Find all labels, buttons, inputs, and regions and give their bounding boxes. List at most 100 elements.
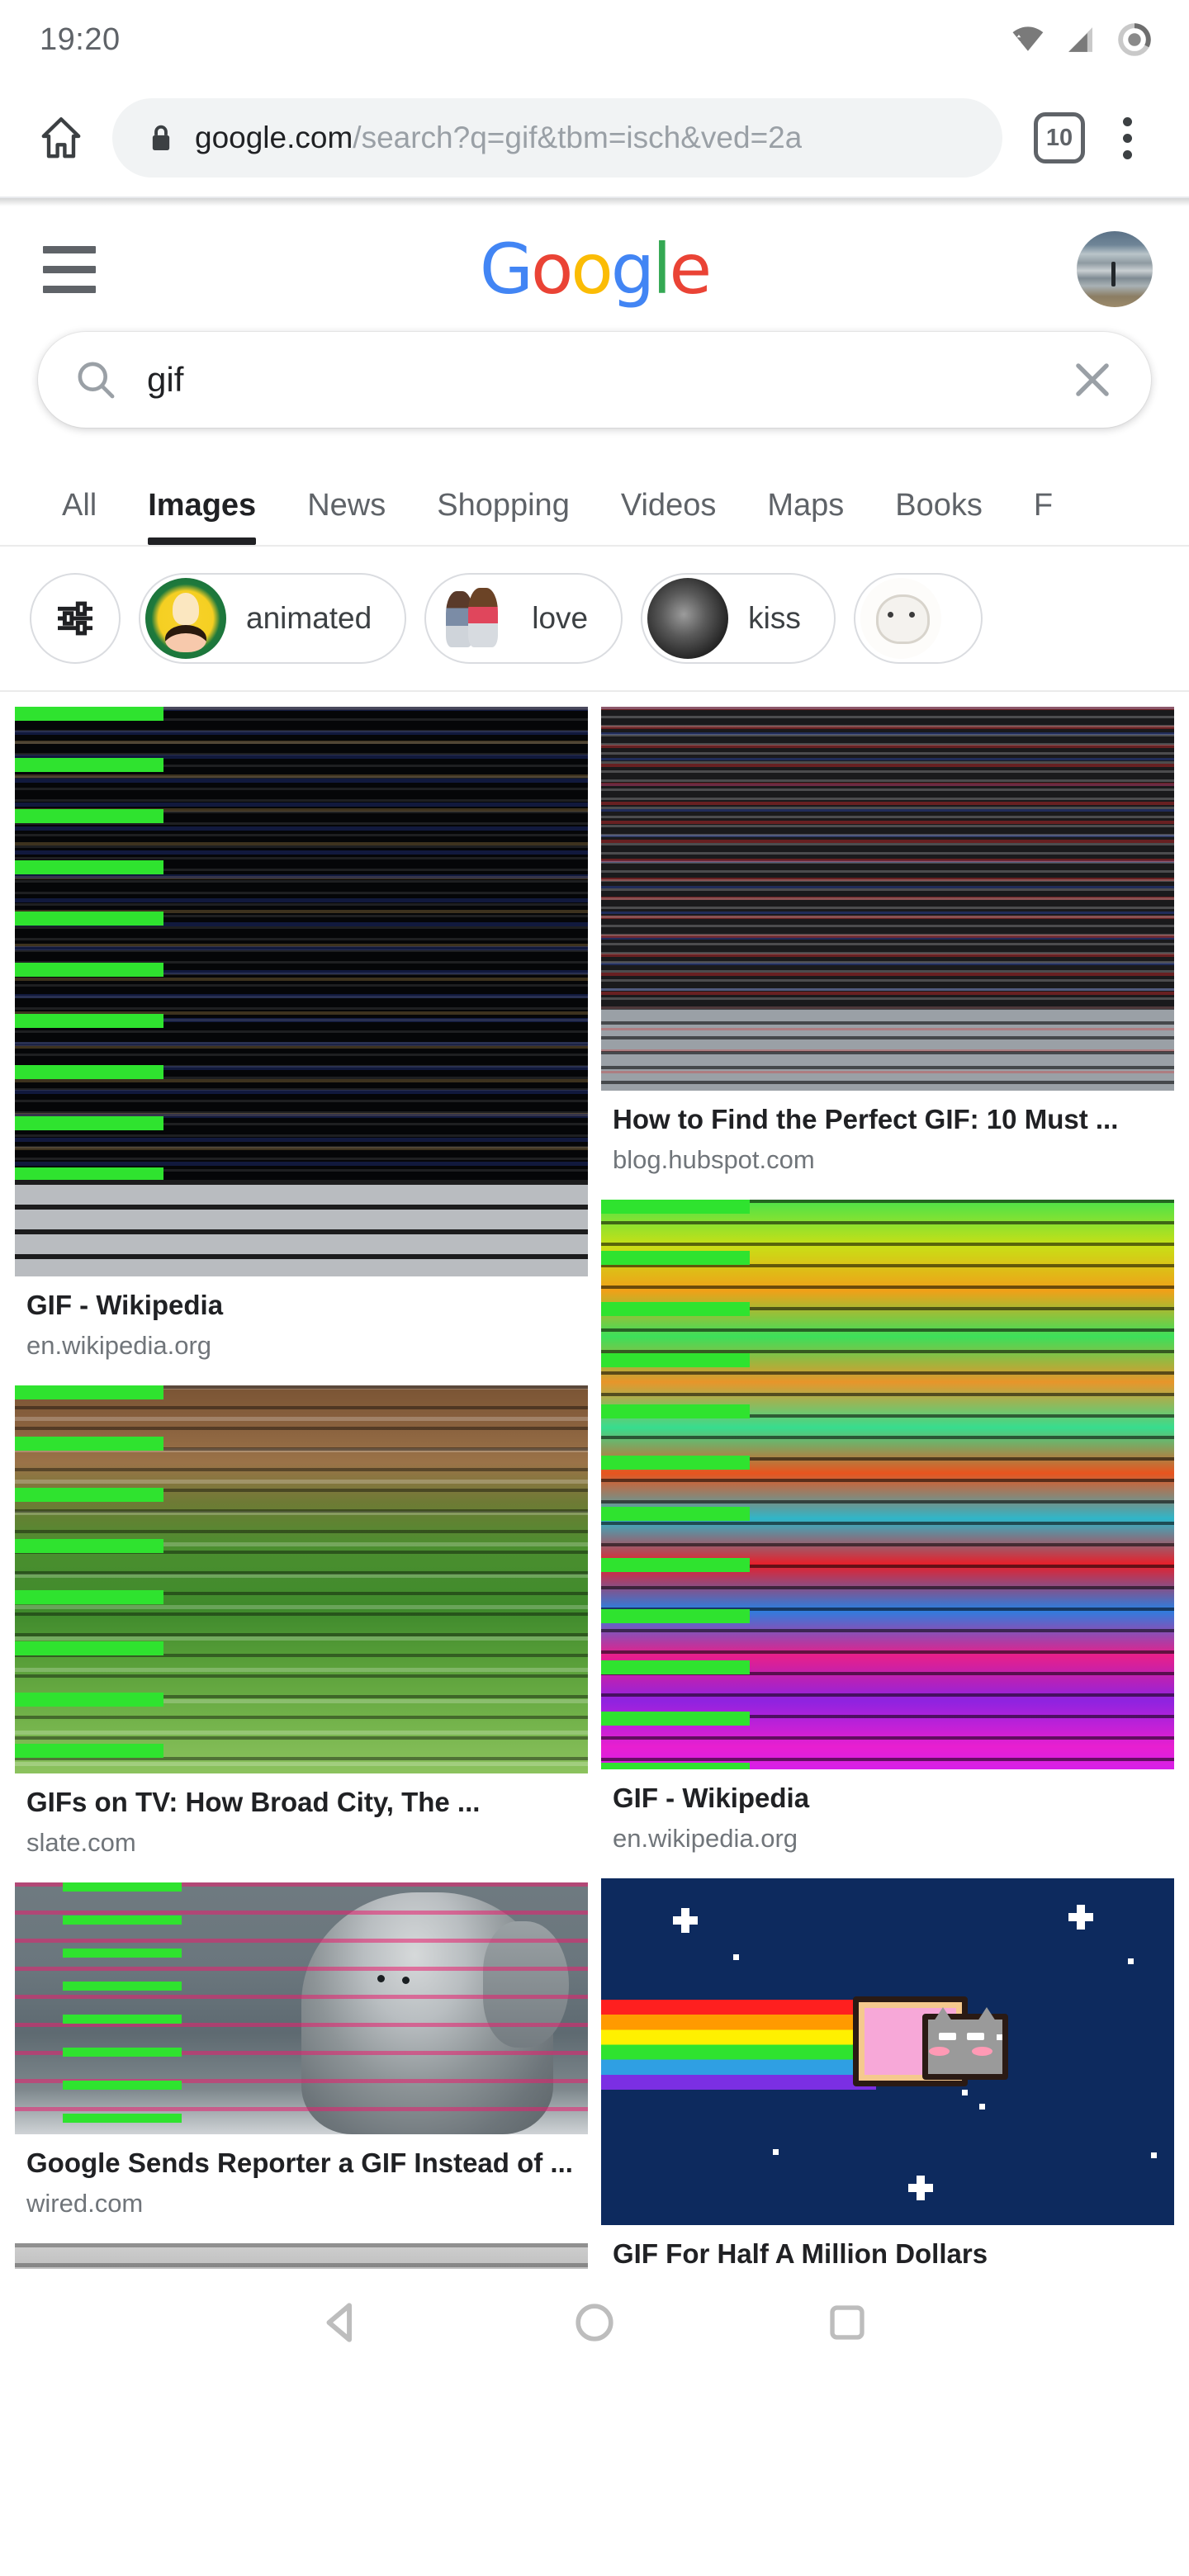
tab-videos[interactable]: Videos — [595, 488, 742, 545]
star-dot — [979, 2104, 986, 2110]
image-result-item[interactable]: GIF For Half A Million Dollars printmag.… — [601, 1878, 1174, 2311]
logo-letter: l — [652, 229, 671, 310]
star-dot — [1151, 2152, 1158, 2158]
star-icon — [916, 2183, 925, 2192]
results-column-left: GIF - Wikipedia en.wikipedia.org GIFs on… — [15, 707, 588, 2374]
wifi-icon — [1012, 26, 1044, 51]
sliders-icon — [58, 601, 92, 636]
image-result-item[interactable]: GIF - Wikipedia en.wikipedia.org — [15, 707, 588, 1362]
result-thumbnail[interactable] — [601, 1200, 1174, 1769]
star-icon — [1077, 1913, 1086, 1921]
hamburger-menu-icon[interactable] — [43, 239, 104, 300]
lock-icon — [152, 125, 170, 151]
recents-square-icon — [830, 2305, 865, 2340]
google-logo[interactable]: Google — [480, 234, 712, 304]
result-thumbnail[interactable] — [15, 707, 588, 1276]
image-result-item[interactable]: Google Sends Reporter a GIF Instead of .… — [15, 1882, 588, 2220]
search-vertical-tabs: All Images News Shopping Videos Maps Boo… — [0, 449, 1189, 547]
tab-maps[interactable]: Maps — [741, 488, 869, 545]
chip-love[interactable]: love — [424, 573, 623, 664]
result-thumbnail[interactable] — [15, 1882, 588, 2134]
back-triangle-icon — [326, 2303, 353, 2342]
result-title[interactable]: How to Find the Perfect GIF: 10 Must ... — [613, 1102, 1163, 1136]
glitch-green-bars — [601, 1200, 1174, 1769]
result-source: en.wikipedia.org — [26, 1331, 212, 1361]
chip-cat-partial[interactable] — [853, 573, 983, 664]
star-dot — [962, 2090, 969, 2096]
avatar[interactable] — [1077, 231, 1153, 307]
recents-button[interactable] — [808, 2283, 887, 2362]
result-title[interactable]: GIF For Half A Million Dollars — [613, 2237, 1163, 2271]
logo-letter: g — [610, 229, 655, 310]
logo-letter: o — [571, 229, 613, 310]
result-caption: GIFs on TV: How Broad City, The ... slat… — [15, 1773, 588, 1859]
close-icon[interactable] — [1067, 354, 1118, 405]
hamburger-line — [43, 265, 96, 273]
tab-all[interactable]: All — [36, 488, 122, 545]
star-dot — [996, 2034, 1002, 2040]
glitch-green-dashes — [15, 1882, 588, 2134]
cat-thumb — [860, 578, 941, 659]
image-result-item[interactable]: GIFs on TV: How Broad City, The ... slat… — [15, 1385, 588, 1859]
glitch-green-bars — [15, 1385, 588, 1773]
tune-filter-icon[interactable] — [30, 573, 121, 664]
home-button[interactable] — [555, 2283, 634, 2362]
result-thumbnail[interactable] — [601, 1878, 1174, 2225]
animated-thumb — [145, 578, 226, 659]
cellular-signal-icon — [1068, 27, 1092, 52]
result-source: slate.com — [26, 1828, 136, 1858]
tab-switcher-button[interactable]: 10 — [1034, 112, 1085, 163]
home-circle-icon — [576, 2304, 613, 2342]
chip-label: love — [532, 601, 589, 635]
url-host: google.com — [195, 121, 353, 154]
tab-flights-partial[interactable]: F — [1008, 488, 1078, 545]
tab-images[interactable]: Images — [122, 488, 282, 545]
page-top-shadow — [0, 198, 1189, 206]
result-title[interactable]: GIF - Wikipedia — [26, 1288, 576, 1322]
nyan-cheeks — [928, 2046, 950, 2056]
glitch-gray-band — [601, 1006, 1174, 1091]
image-results-grid: GIF - Wikipedia en.wikipedia.org GIFs on… — [0, 707, 1189, 2374]
result-title[interactable]: GIF - Wikipedia — [613, 1781, 1163, 1815]
love-thumb — [431, 578, 513, 659]
battery-circle-icon — [1118, 23, 1151, 56]
hamburger-line — [43, 245, 96, 253]
result-thumbnail[interactable] — [15, 1385, 588, 1773]
glitch-gray-band — [15, 1179, 588, 1276]
result-caption: Google Sends Reporter a GIF Instead of .… — [15, 2134, 588, 2220]
android-navigation-bar — [0, 2269, 1189, 2376]
address-bar[interactable]: google.com/search?q=gif&tbm=isch&ved=2a — [112, 98, 1002, 178]
search-box[interactable]: gif — [38, 332, 1151, 428]
result-caption: How to Find the Perfect GIF: 10 Must ...… — [601, 1091, 1174, 1177]
kebab-dot — [1122, 149, 1132, 159]
home-button[interactable] — [23, 100, 99, 176]
result-source: en.wikipedia.org — [613, 1824, 798, 1854]
tab-news[interactable]: News — [282, 488, 411, 545]
star-dot — [732, 1954, 739, 1961]
chip-animated[interactable]: animated — [139, 573, 407, 664]
result-title[interactable]: Google Sends Reporter a GIF Instead of .… — [26, 2146, 576, 2180]
tab-shopping[interactable]: Shopping — [411, 488, 595, 545]
browser-menu-button[interactable] — [1098, 102, 1156, 173]
search-box-container: gif — [0, 332, 1189, 428]
back-button[interactable] — [302, 2283, 381, 2362]
status-bar: 19:20 — [0, 0, 1189, 79]
search-input[interactable]: gif — [147, 360, 1039, 400]
result-source: wired.com — [26, 2189, 144, 2218]
hamburger-line — [43, 285, 96, 293]
result-thumbnail[interactable] — [601, 707, 1174, 1091]
url-text: google.com/search?q=gif&tbm=isch&ved=2a — [195, 121, 802, 155]
google-header: Google — [0, 206, 1189, 332]
tab-books[interactable]: Books — [869, 488, 1008, 545]
url-path: /search?q=gif&tbm=isch&ved=2a — [353, 121, 803, 154]
image-result-item[interactable]: How to Find the Perfect GIF: 10 Must ...… — [601, 707, 1174, 1177]
logo-letter: o — [530, 229, 573, 310]
chip-label: animated — [246, 601, 372, 635]
filter-chip-row: animated love kiss — [0, 547, 1189, 692]
result-title[interactable]: GIFs on TV: How Broad City, The ... — [26, 1785, 576, 1819]
page-content: Google gif All Images News Shopping Vide… — [0, 198, 1189, 2376]
nyan-rainbow-trail — [601, 2000, 877, 2091]
chip-label: kiss — [748, 601, 801, 635]
chip-kiss[interactable]: kiss — [641, 573, 836, 664]
image-result-item[interactable]: GIF - Wikipedia en.wikipedia.org — [601, 1200, 1174, 1855]
